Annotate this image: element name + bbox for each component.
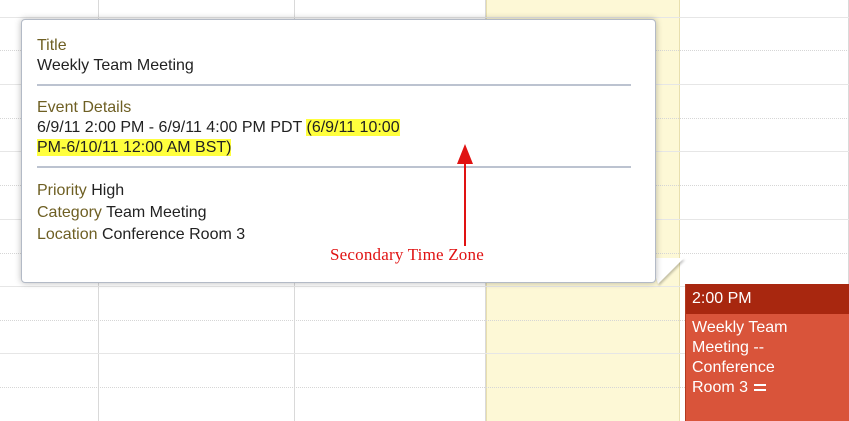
event-title-line: Room 3 xyxy=(692,379,749,396)
location-row: Location Conference Room 3 xyxy=(37,224,643,246)
secondary-time-range: (6/9/11 10:00 xyxy=(306,119,400,136)
event-title: Weekly Team Meeting -- Conference Room 3 xyxy=(686,314,828,398)
event-title-line-wrap: Room 3 xyxy=(692,378,822,398)
title-value: Weekly Team Meeting xyxy=(37,57,194,74)
event-details-value: 6/9/11 2:00 PM - 6/9/11 4:00 PM PDT (6/9… xyxy=(37,118,643,138)
hour-line xyxy=(0,17,849,18)
event-details-section: Event Details 6/9/11 2:00 PM - 6/9/11 4:… xyxy=(37,98,643,158)
primary-time-range: 6/9/11 2:00 PM - 6/9/11 4:00 PM PDT xyxy=(37,119,307,136)
category-row: Category Team Meeting xyxy=(37,202,643,224)
annotation-label: Secondary Time Zone xyxy=(330,245,484,264)
priority-value: High xyxy=(91,182,125,199)
event-title-line: Meeting -- xyxy=(692,339,765,356)
event-details-label: Event Details xyxy=(37,99,132,116)
event-title-line: Weekly Team xyxy=(692,319,788,336)
priority-row: Priority High xyxy=(37,180,643,202)
priority-label: Priority xyxy=(37,182,87,199)
resize-grip-icon[interactable] xyxy=(754,384,767,392)
section-divider xyxy=(37,84,631,86)
event-time: 2:00 PM xyxy=(686,284,849,314)
annotation-arrow-icon xyxy=(457,144,473,246)
category-value: Team Meeting xyxy=(106,204,207,221)
title-section: Title Weekly Team Meeting xyxy=(37,36,643,76)
location-label: Location xyxy=(37,226,98,243)
category-label: Category xyxy=(37,204,102,221)
secondary-time-range-cont: PM-6/10/11 12:00 AM BST) xyxy=(37,139,232,156)
event-detail-popup: Title Weekly Team Meeting Event Details … xyxy=(21,19,656,283)
event-details-value-cont: PM-6/10/11 12:00 AM BST) xyxy=(37,138,643,158)
title-label: Title xyxy=(37,37,67,54)
event-title-line: Conference xyxy=(692,359,775,376)
event-properties: Priority High Category Team Meeting Loca… xyxy=(37,180,643,246)
calendar-event[interactable]: 2:00 PM Weekly Team Meeting -- Conferenc… xyxy=(685,284,849,421)
section-divider xyxy=(37,166,631,168)
location-value: Conference Room 3 xyxy=(101,226,246,243)
